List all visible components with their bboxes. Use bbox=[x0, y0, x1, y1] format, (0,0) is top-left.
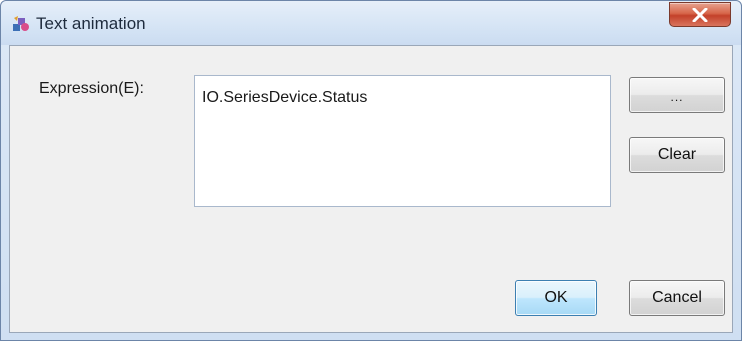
text-animation-app-icon bbox=[12, 15, 30, 33]
browse-button-label: ... bbox=[670, 90, 684, 104]
expression-input[interactable]: IO.SeriesDevice.Status bbox=[194, 75, 611, 207]
close-x-icon bbox=[692, 8, 708, 22]
dialog-title: Text animation bbox=[36, 14, 146, 33]
clear-button[interactable]: Clear bbox=[629, 137, 725, 173]
ok-button[interactable]: OK bbox=[515, 280, 597, 316]
expression-label: Expression(E): bbox=[39, 80, 144, 97]
browse-button[interactable]: ... bbox=[629, 77, 725, 113]
dialog-client-area: Expression(E): IO.SeriesDevice.Status ..… bbox=[9, 45, 733, 333]
dialog-window: Text animation Expression(E): IO.SeriesD… bbox=[0, 0, 742, 341]
title-bar[interactable]: Text animation bbox=[1, 1, 741, 45]
close-button[interactable] bbox=[669, 2, 731, 27]
cancel-button[interactable]: Cancel bbox=[629, 280, 725, 316]
